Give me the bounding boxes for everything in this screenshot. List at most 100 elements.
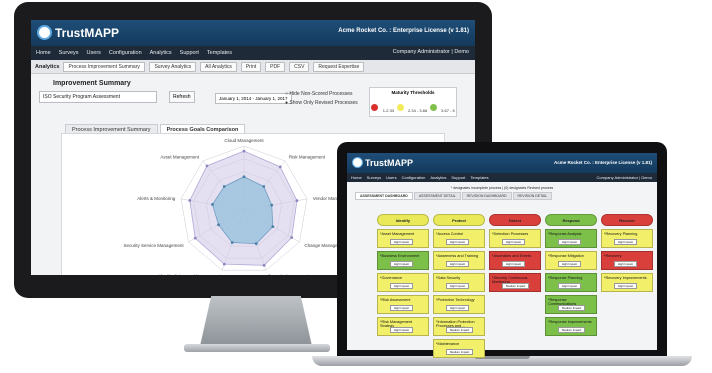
- process-name: *Response Analysis: [548, 232, 582, 236]
- radar-point-goal: [290, 236, 294, 239]
- column-header[interactable]: Respond: [545, 214, 597, 226]
- nav-support[interactable]: Support: [451, 175, 465, 180]
- process-name: *Response Improvements: [548, 320, 592, 324]
- process-card[interactable]: *Governance High Impact: [377, 273, 429, 292]
- nav-surveys[interactable]: Surveys: [59, 50, 79, 56]
- date-range-picker[interactable]: January 1, 2014 - January 1, 2017: [215, 93, 292, 104]
- pdf-button[interactable]: PDF: [265, 61, 286, 72]
- impact-badge: Medium Impact: [558, 305, 586, 311]
- column-header[interactable]: Protect: [433, 214, 485, 226]
- nav-analytics[interactable]: Analytics: [430, 175, 446, 180]
- radar-point-current: [230, 241, 234, 244]
- radar-point-current: [262, 185, 266, 188]
- process-card[interactable]: *Maintenance Medium Impact: [433, 339, 485, 358]
- program-select[interactable]: ISO Security Program Assessment: [39, 91, 157, 103]
- nav-analytics[interactable]: Analytics: [150, 50, 172, 56]
- all-analytics-button[interactable]: All Analytics: [200, 61, 237, 72]
- radar-axis-label: Alerts & Monitoring: [137, 196, 176, 201]
- process-name: *Protective Technology: [436, 298, 475, 302]
- page-title: Improvement Summary: [53, 80, 131, 87]
- process-name: *Recovery Improvements: [604, 276, 647, 280]
- process-card[interactable]: *Response Communications Medium Impact: [545, 295, 597, 314]
- column-header[interactable]: Recover: [601, 214, 653, 226]
- nav-surveys[interactable]: Surveys: [367, 175, 381, 180]
- app-logo[interactable]: TrustMAPP: [37, 25, 119, 40]
- radar-point-goal: [193, 236, 197, 240]
- process-card[interactable]: *Response Analysis High Impact: [545, 229, 597, 248]
- trustmapp-logo-icon: [37, 25, 52, 40]
- column-header[interactable]: Detect: [489, 214, 541, 226]
- tab-assessment-dashboard[interactable]: ASSESSMENT DASHBOARD: [355, 192, 413, 200]
- refresh-button[interactable]: Refresh: [169, 91, 195, 103]
- nav-configuration[interactable]: Configuration: [109, 50, 142, 56]
- process-card[interactable]: *Recovery Planning High Impact: [601, 229, 653, 248]
- nav-templates[interactable]: Templates: [470, 175, 488, 180]
- column-recover: Recover *Recovery Planning High Impact *Rec…: [601, 214, 653, 292]
- process-name: *Anomalies and Events: [492, 254, 532, 258]
- threshold-high: 3.67 - 5: [429, 99, 455, 117]
- hide-non-scored-checkbox[interactable]: ○ Hide Non-Scored Processes: [285, 91, 353, 97]
- process-card[interactable]: *Business Environment High Impact: [377, 251, 429, 270]
- process-card[interactable]: *Security Continuous Monitoring Medium Im…: [489, 273, 541, 292]
- radar-point-goal: [278, 165, 282, 169]
- impact-badge: High Impact: [390, 305, 413, 311]
- radar-axis-label: Cloud Management: [224, 138, 264, 143]
- process-name: *Business Environment: [380, 254, 420, 258]
- process-name: *Access Control: [436, 232, 464, 236]
- process-card[interactable]: *Access Control High Impact: [433, 229, 485, 248]
- tab-revision-detail[interactable]: REVISION DETAIL: [512, 192, 553, 200]
- laptop-user-role[interactable]: Company Administrator | Demo: [596, 175, 652, 180]
- laptop-app-header: TrustMAPP Acme Rocket Co. : Enterprise L…: [347, 153, 657, 173]
- impact-badge: High Impact: [558, 261, 581, 267]
- threshold-mid: 2.34 - 3.66: [396, 99, 427, 117]
- process-card[interactable]: *Response Planning High Impact: [545, 273, 597, 292]
- process-card[interactable]: *Risk Assessment High Impact: [377, 295, 429, 314]
- column-detect: Detect *Detection Processes High Impact *An…: [489, 214, 541, 292]
- user-role[interactable]: Company Administrator | Demo: [393, 49, 469, 55]
- nav-users[interactable]: Users: [87, 50, 101, 56]
- tab-revision-dashboard[interactable]: REVISION DASHBOARD: [461, 192, 512, 200]
- csv-button[interactable]: CSV: [289, 61, 310, 72]
- maturity-title: Maturity Thresholds: [391, 90, 435, 95]
- process-card[interactable]: *Awareness and Training High Impact: [433, 251, 485, 270]
- laptop-app-name: TrustMAPP: [365, 157, 414, 168]
- radar-point-goal: [222, 262, 226, 266]
- process-name: *Response Mitigation: [548, 254, 584, 258]
- process-card[interactable]: *Data Security High Impact: [433, 273, 485, 292]
- laptop-company-license: Acme Rocket Co. : Enterprise License (v …: [553, 160, 652, 165]
- company-license: Acme Rocket Co. : Enterprise License (v …: [338, 28, 469, 34]
- nav-support[interactable]: Support: [180, 50, 199, 56]
- survey-analytics-button[interactable]: Survey Analytics: [149, 61, 197, 72]
- show-revised-checkbox[interactable]: ● Show Only Revised Processes: [285, 100, 358, 106]
- impact-badge: High Impact: [502, 261, 525, 267]
- process-card[interactable]: *Recovery Improvements High Impact: [601, 273, 653, 292]
- report-select[interactable]: Process Improvement Summary: [63, 61, 146, 72]
- process-card[interactable]: *Recovery High Impact: [601, 251, 653, 270]
- nav-configuration[interactable]: Configuration: [402, 175, 426, 180]
- process-card[interactable]: *Response Mitigation High Impact: [545, 251, 597, 270]
- request-expertise-button[interactable]: Request Expertise: [313, 61, 365, 72]
- nav-home[interactable]: Home: [351, 175, 362, 180]
- impact-badge: High Impact: [614, 283, 637, 289]
- radar-point-current: [211, 203, 214, 206]
- nav-home[interactable]: Home: [36, 50, 51, 56]
- impact-badge: High Impact: [390, 327, 413, 333]
- column-protect: Protect *Access Control High Impact *Awaren…: [433, 214, 485, 358]
- process-card[interactable]: *Risk Management Strategy High Impact: [377, 317, 429, 336]
- process-name: *Response Planning: [548, 276, 583, 280]
- process-card[interactable]: *Asset Management High Impact: [377, 229, 429, 248]
- laptop-app-logo[interactable]: TrustMAPP: [352, 157, 413, 168]
- impact-badge: High Impact: [502, 239, 525, 245]
- print-button[interactable]: Print: [240, 61, 262, 72]
- column-header[interactable]: Identify: [377, 214, 429, 226]
- process-card[interactable]: *Detection Processes High Impact: [489, 229, 541, 248]
- tab-assessment-detail[interactable]: ASSESSMENT DETAIL: [413, 192, 461, 200]
- process-card[interactable]: *Anomalies and Events High Impact: [489, 251, 541, 270]
- process-card[interactable]: *Response Improvements Medium Impact: [545, 317, 597, 336]
- threshold-low-value: 1-2.33: [382, 108, 395, 113]
- process-card[interactable]: *Protective Technology High Impact: [433, 295, 485, 314]
- process-card[interactable]: *Information Protection Processes and ..…: [433, 317, 485, 336]
- nav-templates[interactable]: Templates: [207, 50, 232, 56]
- nav-users[interactable]: Users: [386, 175, 396, 180]
- red-dot-icon: [371, 104, 379, 112]
